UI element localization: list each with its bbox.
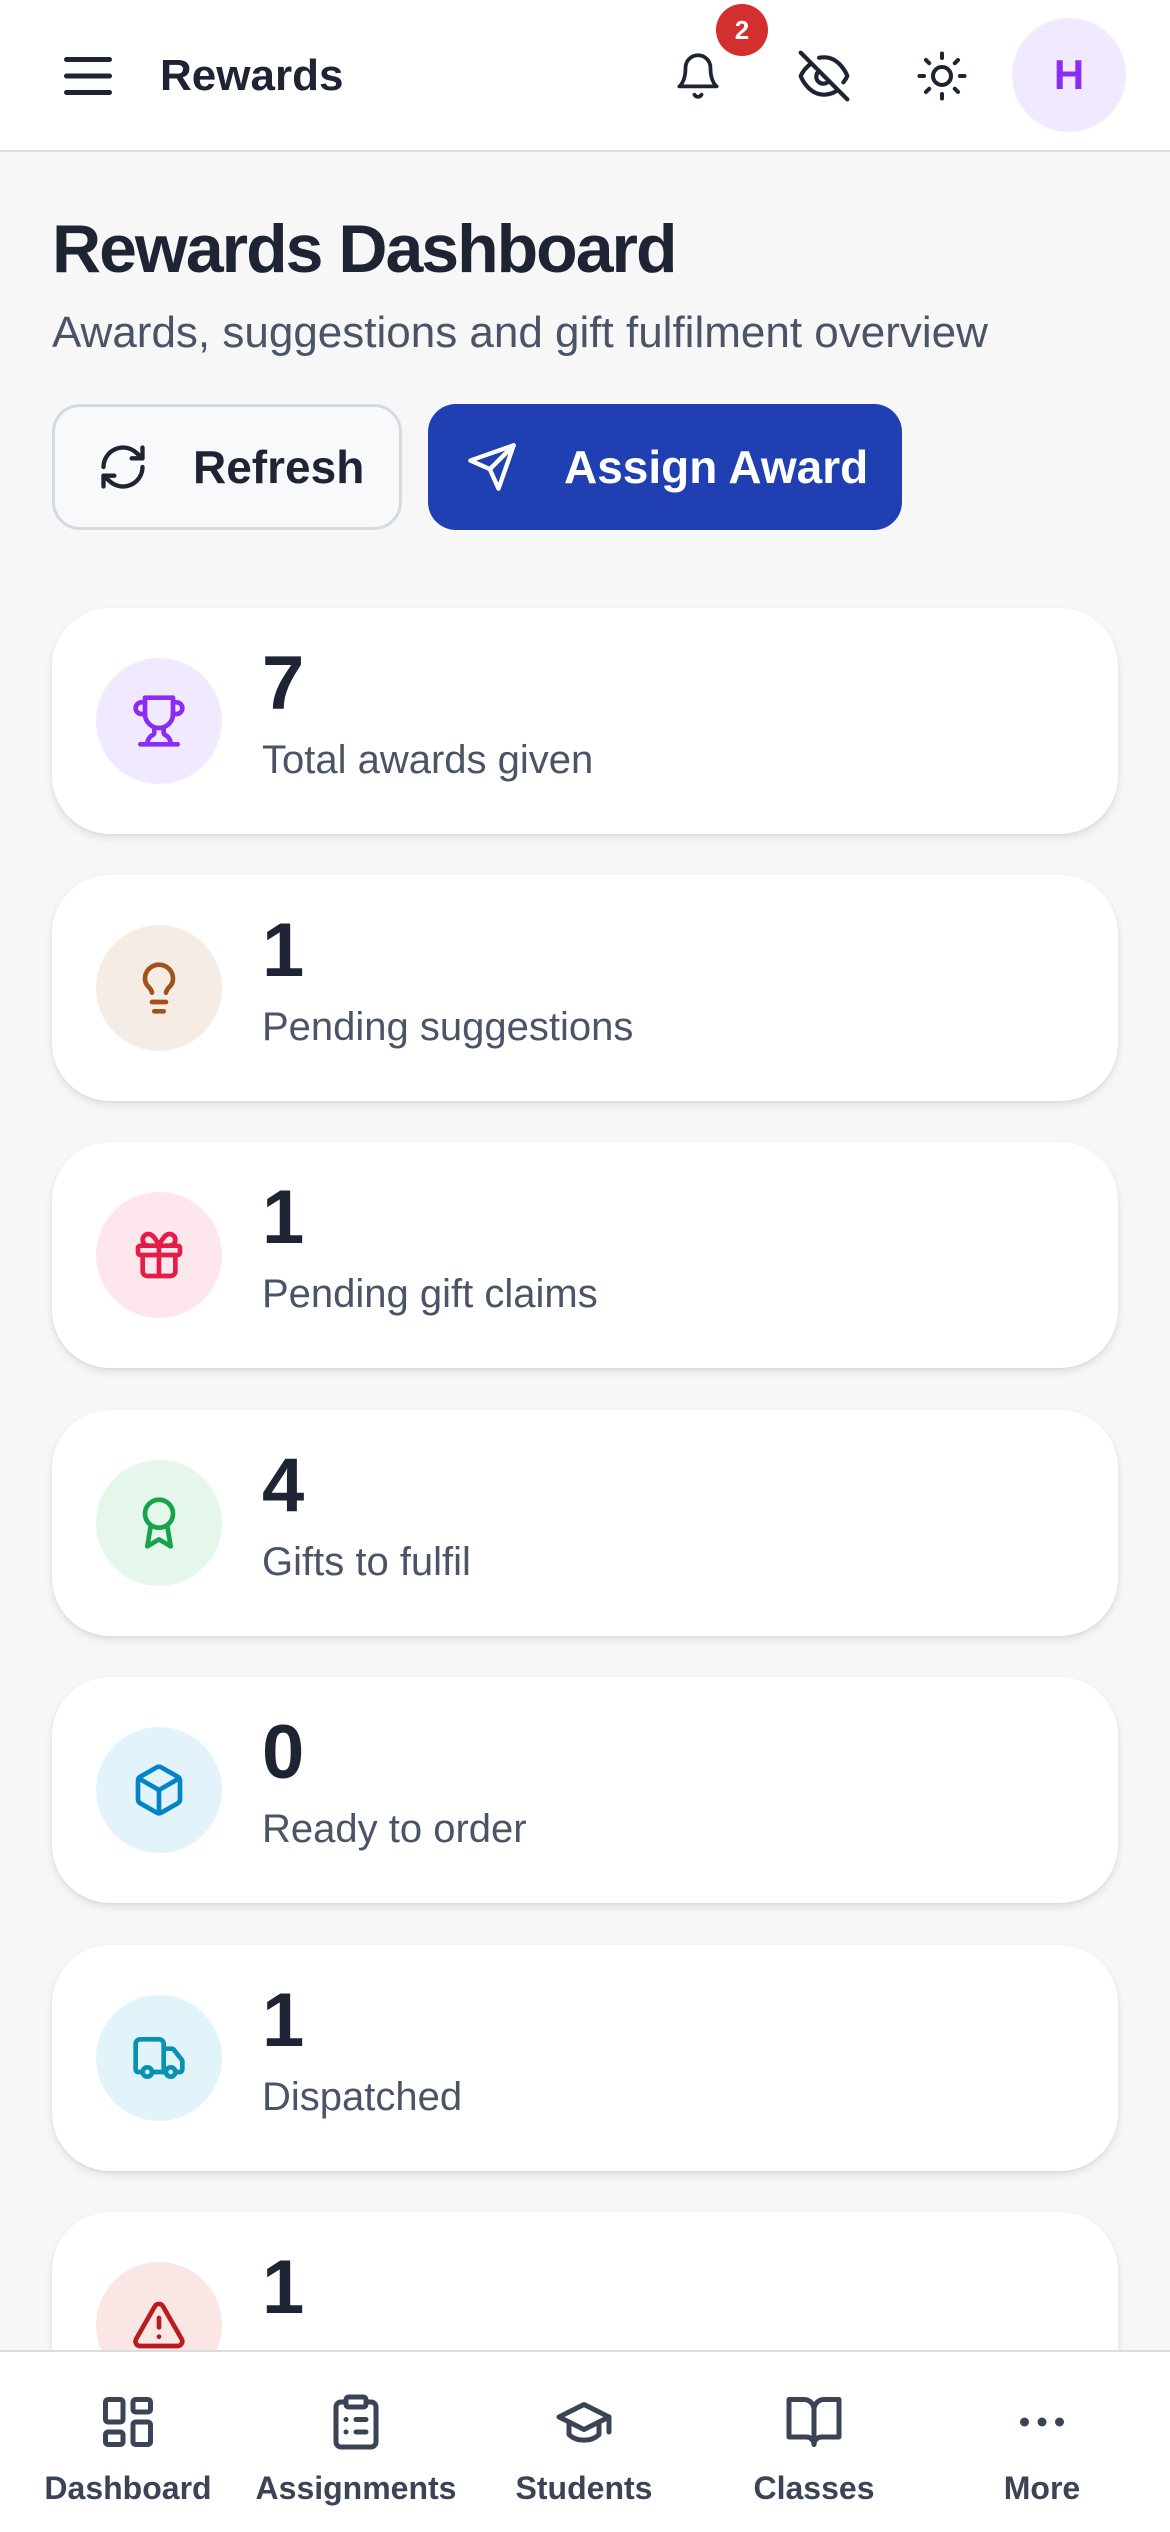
send-icon xyxy=(464,439,520,495)
bottom-navigation: Dashboard Assignments Students Classes M… xyxy=(0,2350,1170,2532)
stat-card-pending-gift-claims: 1 Pending gift claims xyxy=(52,1142,1118,1368)
stat-card-gifts-to-fulfil: 4 Gifts to fulfil xyxy=(52,1410,1118,1636)
stat-label: Pending suggestions xyxy=(262,1005,634,1049)
stat-value: 0 xyxy=(262,1710,305,1795)
stat-card-ready-to-order: 0 Ready to order xyxy=(52,1677,1118,1903)
nav-label: Classes xyxy=(753,2470,875,2506)
refresh-button-label: Refresh xyxy=(193,441,365,493)
stat-value: 4 xyxy=(262,1443,305,1528)
hide-values-button[interactable] xyxy=(788,40,860,112)
dashboard-grid-icon xyxy=(96,2390,160,2454)
refresh-icon xyxy=(95,439,151,495)
nav-item-more[interactable]: More xyxy=(932,2352,1152,2532)
nav-item-assignments[interactable]: Assignments xyxy=(246,2352,466,2532)
stat-icon-circle xyxy=(96,658,222,784)
nav-item-dashboard[interactable]: Dashboard xyxy=(18,2352,238,2532)
stat-value: 1 xyxy=(262,2245,305,2330)
award-ribbon-icon xyxy=(142,1497,176,1549)
sun-icon xyxy=(917,51,967,101)
app-bar-title: Rewards xyxy=(160,51,344,100)
theme-toggle-button[interactable] xyxy=(906,40,978,112)
nav-label: Dashboard xyxy=(44,2470,212,2506)
open-book-icon xyxy=(782,2390,846,2454)
trophy-icon xyxy=(133,695,185,747)
box-icon xyxy=(135,1764,183,1816)
stat-label: Total awards given xyxy=(262,738,594,782)
stat-icon-circle xyxy=(96,925,222,1051)
stat-icon-circle xyxy=(96,1192,222,1318)
stat-icon-circle xyxy=(96,1727,222,1853)
stat-card-total-awards: 7 Total awards given xyxy=(52,608,1118,834)
nav-item-classes[interactable]: Classes xyxy=(704,2352,924,2532)
notifications-button[interactable] xyxy=(662,40,734,112)
stat-icon-circle xyxy=(96,1995,222,2121)
top-app-bar: Rewards 2 H xyxy=(0,0,1170,152)
stat-label: Gifts to fulfil xyxy=(262,1540,471,1584)
nav-label: Assignments xyxy=(255,2470,457,2506)
nav-label: More xyxy=(1003,2470,1081,2506)
nav-item-students[interactable]: Students xyxy=(474,2352,694,2532)
stat-icon-circle xyxy=(96,1460,222,1586)
bell-icon xyxy=(677,53,719,99)
hamburger-menu-icon xyxy=(64,57,112,95)
stat-label: Dispatched xyxy=(262,2075,463,2119)
stat-value: 7 xyxy=(262,641,305,726)
notification-count-badge: 2 xyxy=(716,4,768,56)
eye-off-icon xyxy=(798,50,850,102)
nav-label: Students xyxy=(515,2470,653,2506)
refresh-button[interactable]: Refresh xyxy=(52,404,402,530)
user-avatar[interactable]: H xyxy=(1012,18,1126,132)
stat-card-pending-suggestions: 1 Pending suggestions xyxy=(52,875,1118,1101)
graduation-cap-icon xyxy=(552,2390,616,2454)
clipboard-list-icon xyxy=(324,2390,388,2454)
stat-value: 1 xyxy=(262,1175,305,1260)
lightbulb-icon xyxy=(142,962,176,1014)
assign-award-button[interactable]: Assign Award xyxy=(428,404,902,530)
stat-label: Pending gift claims xyxy=(262,1272,598,1316)
stat-value: 1 xyxy=(262,1978,305,2063)
truck-icon xyxy=(133,2037,185,2079)
stat-card-dispatched: 1 Dispatched xyxy=(52,1945,1118,2171)
menu-button[interactable] xyxy=(58,46,118,106)
stat-value: 1 xyxy=(262,908,305,993)
gift-icon xyxy=(135,1231,183,1279)
page-title: Rewards Dashboard xyxy=(52,211,678,287)
page-subtitle: Awards, suggestions and gift fulfilment … xyxy=(52,308,988,357)
more-dots-icon xyxy=(1010,2390,1074,2454)
assign-award-button-label: Assign Award xyxy=(564,441,869,493)
stat-label: Ready to order xyxy=(262,1807,527,1851)
warning-icon xyxy=(133,2301,185,2349)
